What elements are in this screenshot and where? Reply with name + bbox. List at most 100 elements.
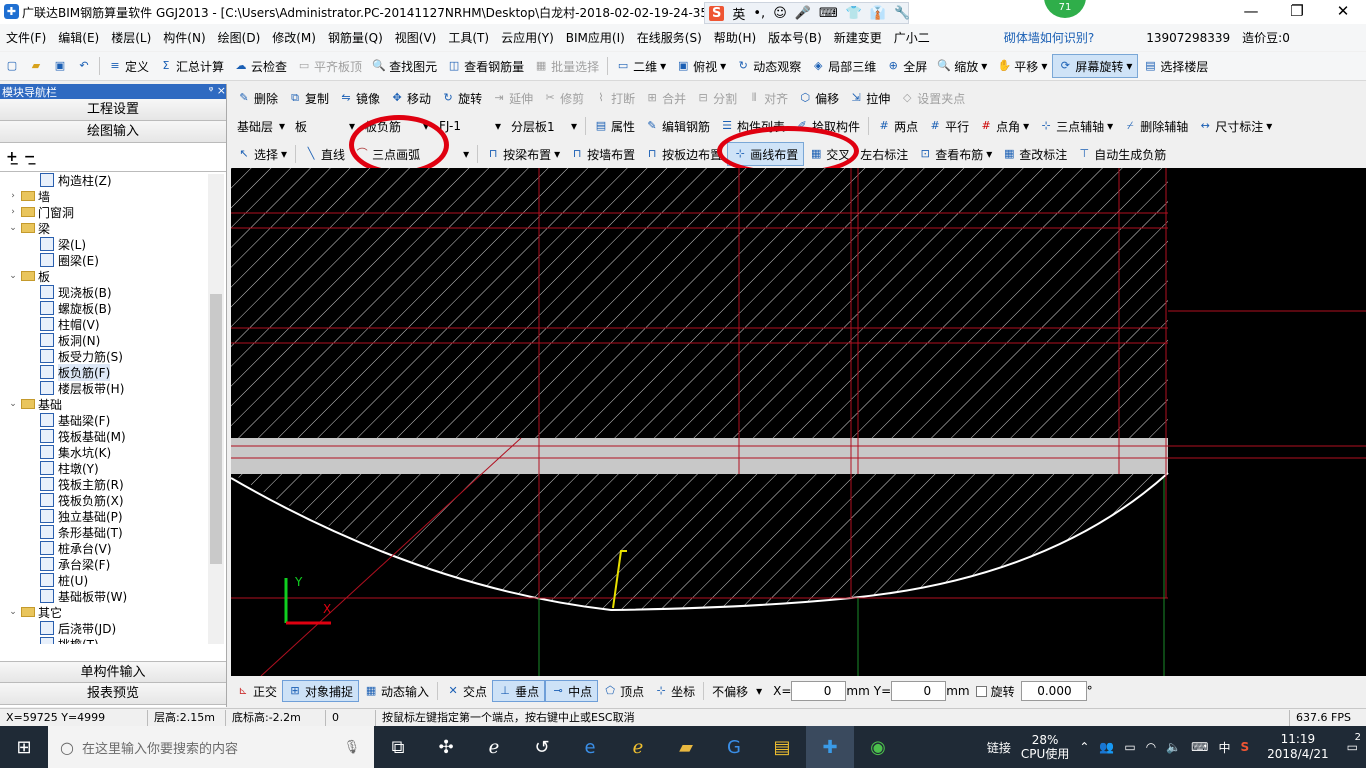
tree-item[interactable]: 挑檐(T): [0, 636, 226, 644]
tree-item[interactable]: 构造柱(Z): [0, 172, 226, 188]
tree-item[interactable]: 现浇板(B): [0, 284, 226, 300]
green-app-icon[interactable]: ◉: [854, 726, 902, 768]
y-input[interactable]: 0: [891, 681, 947, 701]
zoom-button[interactable]: 🔍 缩放 ▾: [932, 54, 992, 78]
emoji-icon[interactable]: ☺: [773, 6, 787, 21]
edge-icon[interactable]: e: [566, 726, 614, 768]
trim-button[interactable]: ✂ 修剪: [538, 86, 589, 110]
define-button[interactable]: ≡ 定义: [103, 54, 154, 78]
2d-button[interactable]: ▭ 二维 ▾: [611, 54, 671, 78]
select-button[interactable]: ↖ 选择 ▾: [232, 142, 292, 166]
menu-modify[interactable]: 修改(M): [266, 29, 322, 46]
grip-button[interactable]: ◇ 设置夹点: [895, 86, 970, 110]
midpoint-snap-button[interactable]: ⊸ 中点: [545, 680, 599, 702]
align-button[interactable]: ⫴ 对齐: [742, 86, 793, 110]
align-top-button[interactable]: ▭ 平齐板顶: [292, 54, 367, 78]
break-button[interactable]: ⌇ 打断: [589, 86, 640, 110]
calc-button[interactable]: Σ 汇总计算: [154, 54, 229, 78]
tree-scrollbar[interactable]: [208, 174, 224, 644]
tree-item[interactable]: 基础梁(F): [0, 412, 226, 428]
x-input[interactable]: 0: [791, 681, 847, 701]
link-toolbar[interactable]: 链接: [987, 739, 1011, 756]
tree-item[interactable]: 桩(U): [0, 572, 226, 588]
parallel-axis-button[interactable]: # 平行: [923, 114, 974, 138]
stretch-button[interactable]: ⇲ 拉伸: [844, 86, 895, 110]
pan-button[interactable]: ✋ 平移 ▾: [992, 54, 1052, 78]
tree-item[interactable]: ⌄ 梁: [0, 220, 226, 236]
edit-label-button[interactable]: ▦ 查改标注: [997, 142, 1072, 166]
rotate-button[interactable]: ↻ 旋转: [436, 86, 487, 110]
extend-button[interactable]: ⇥ 延伸: [487, 86, 538, 110]
ie-icon[interactable]: ℯ: [614, 726, 662, 768]
ime-mode[interactable]: 英: [732, 4, 745, 23]
mic-icon[interactable]: 🎤: [795, 6, 811, 21]
tree-item[interactable]: 螺旋板(B): [0, 300, 226, 316]
expander-icon[interactable]: ⌄: [8, 271, 18, 281]
lr-label-button[interactable]: 左右标注: [855, 142, 913, 166]
fan-app-icon[interactable]: ✣: [422, 726, 470, 768]
menu-tools[interactable]: 工具(T): [442, 29, 495, 46]
tree-item[interactable]: 集水坑(K): [0, 444, 226, 460]
menu-component[interactable]: 构件(N): [157, 29, 211, 46]
tree-item[interactable]: 后浇带(JD): [0, 620, 226, 636]
by-wall-button[interactable]: ⊓ 按墙布置: [565, 142, 640, 166]
rotate-input[interactable]: 0.000: [1020, 681, 1087, 701]
single-component-button[interactable]: 单构件输入: [0, 661, 226, 683]
three-point-axis-button[interactable]: ⊹ 三点辅轴 ▾: [1034, 114, 1118, 138]
screen-rotate-button[interactable]: ⟳ 屏幕旋转 ▾: [1052, 54, 1139, 78]
tree-item[interactable]: 柱墩(Y): [0, 460, 226, 476]
fullscreen-button[interactable]: ⊕ 全屏: [881, 54, 932, 78]
expander-icon[interactable]: ›: [8, 191, 18, 201]
drawing-input-button[interactable]: 绘图输入: [0, 121, 226, 143]
minimize-button[interactable]: —: [1228, 0, 1274, 24]
tree-item[interactable]: 筏板主筋(R): [0, 476, 226, 492]
notification-badge[interactable]: 71: [1044, 0, 1086, 18]
browser-e-icon[interactable]: ℯ: [470, 726, 518, 768]
tree-item[interactable]: 楼层板带(H): [0, 380, 226, 396]
object-snap-button[interactable]: ⊞ 对象捕捉: [282, 680, 360, 702]
battery-icon[interactable]: ▭: [1124, 740, 1135, 754]
tree-item[interactable]: 基础板带(W): [0, 588, 226, 604]
edit-rebar-button[interactable]: ✎ 编辑钢筋: [640, 114, 715, 138]
skin-icon[interactable]: 👕: [846, 6, 862, 21]
move-button[interactable]: ✥ 移动: [385, 86, 436, 110]
tree-item[interactable]: 承台梁(F): [0, 556, 226, 572]
menu-cloud[interactable]: 云应用(Y): [495, 29, 560, 46]
menu-new-change[interactable]: 新建变更: [828, 29, 888, 46]
rotate-checkbox[interactable]: [975, 685, 987, 697]
menu-draw[interactable]: 绘图(D): [212, 29, 267, 46]
tree-item[interactable]: 桩承台(V): [0, 540, 226, 556]
view-rebar-button[interactable]: ◫ 查看钢筋量: [442, 54, 529, 78]
sogou-tray-icon[interactable]: S: [1240, 740, 1249, 754]
undo-button[interactable]: ↶: [72, 54, 96, 78]
mic-icon[interactable]: 🎙: [343, 740, 374, 755]
dimension-button[interactable]: ↔ 尺寸标注 ▾: [1193, 114, 1277, 138]
notification-center-icon[interactable]: ▭ 2: [1347, 732, 1361, 754]
tree-item[interactable]: 条形基础(T): [0, 524, 226, 540]
offset-select[interactable]: 不偏移 ▾: [707, 681, 767, 701]
view-layout-button[interactable]: ⊡ 查看布筋 ▾: [913, 142, 997, 166]
notes-icon[interactable]: ▤: [758, 726, 806, 768]
tree-item[interactable]: 梁(L): [0, 236, 226, 252]
orbit-button[interactable]: ↻ 动态观察: [731, 54, 806, 78]
tree-item[interactable]: 独立基础(P): [0, 508, 226, 524]
select-floor-button[interactable]: ▤ 选择楼层: [1138, 54, 1213, 78]
keyboard-icon[interactable]: ⌨: [819, 6, 838, 21]
by-beam-button[interactable]: ⊓ 按梁布置 ▾: [481, 142, 565, 166]
save-button[interactable]: ▣: [48, 54, 72, 78]
straight-line-button[interactable]: ╲ 直线: [299, 142, 350, 166]
arc-dropdown[interactable]: ▾: [463, 147, 469, 161]
tree-item[interactable]: 圈梁(E): [0, 252, 226, 268]
delete-button[interactable]: ✎ 删除: [232, 86, 283, 110]
tree-item[interactable]: 柱帽(V): [0, 316, 226, 332]
expander-icon[interactable]: ⌄: [8, 223, 18, 233]
help-link[interactable]: 砌体墙如何识别?: [998, 29, 1100, 46]
menu-assistant[interactable]: 广小二: [888, 29, 936, 46]
sogou-icon[interactable]: S: [709, 5, 725, 21]
auto-neg-rebar-button[interactable]: ⊤ 自动生成负筋: [1072, 142, 1171, 166]
by-slab-edge-button[interactable]: ⊓ 按板边布置: [640, 142, 727, 166]
menu-floor[interactable]: 楼层(L): [105, 29, 157, 46]
tree-item[interactable]: ⌄ 板: [0, 268, 226, 284]
task-view-icon[interactable]: ⧉: [374, 726, 422, 768]
mirror-button[interactable]: ⇋ 镜像: [334, 86, 385, 110]
